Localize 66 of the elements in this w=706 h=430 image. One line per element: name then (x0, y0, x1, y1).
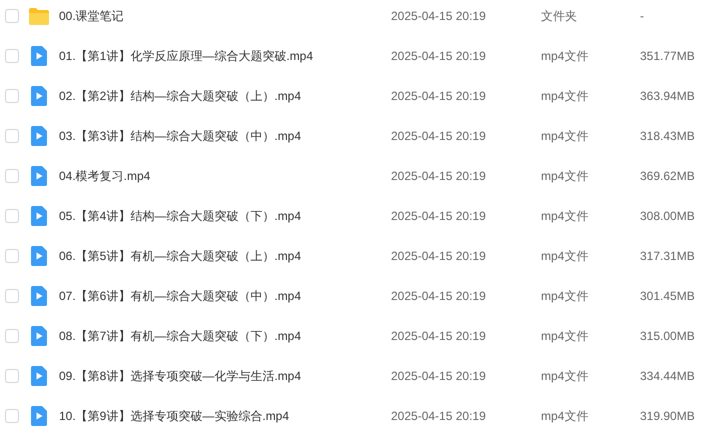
file-type: mp4文件 (541, 208, 590, 225)
checkbox[interactable] (5, 169, 19, 183)
file-size: 317.31MB (640, 248, 695, 265)
checkbox[interactable] (5, 89, 19, 103)
file-name[interactable]: 10.【第9讲】选择专项突破—实验综合.mp4 (59, 407, 391, 425)
file-size: 315.00MB (640, 328, 695, 345)
modified-date: 2025-04-15 20:19 (391, 8, 487, 25)
checkbox[interactable] (5, 209, 19, 223)
file-size: 363.94MB (640, 88, 695, 105)
file-type: 文件夹 (541, 8, 578, 25)
checkbox[interactable] (5, 49, 19, 63)
modified-date: 2025-04-15 20:19 (391, 368, 487, 385)
play-file-icon (31, 286, 47, 306)
file-name[interactable]: 03.【第3讲】结构—综合大题突破（中）.mp4 (59, 127, 391, 145)
file-size: 334.44MB (640, 368, 695, 385)
file-type: mp4文件 (541, 128, 590, 145)
modified-date: 2025-04-15 20:19 (391, 48, 487, 65)
file-name[interactable]: 06.【第5讲】有机—综合大题突破（上）.mp4 (59, 247, 391, 265)
file-type: mp4文件 (541, 368, 590, 385)
play-file-icon (31, 326, 47, 346)
modified-date: 2025-04-15 20:19 (391, 288, 487, 305)
modified-date: 2025-04-15 20:19 (391, 88, 487, 105)
play-file-icon (31, 246, 47, 266)
file-type: mp4文件 (541, 248, 590, 265)
modified-date: 2025-04-15 20:19 (391, 168, 487, 185)
file-name[interactable]: 05.【第4讲】结构—综合大题突破（下）.mp4 (59, 207, 391, 225)
file-name[interactable]: 00.课堂笔记 (59, 7, 391, 25)
play-file-icon (31, 206, 47, 226)
file-type: mp4文件 (541, 288, 590, 305)
play-file-icon (31, 86, 47, 106)
checkbox[interactable] (5, 9, 19, 23)
checkbox[interactable] (5, 369, 19, 383)
file-type: mp4文件 (541, 88, 590, 105)
file-name[interactable]: 08.【第7讲】有机—综合大题突破（下）.mp4 (59, 327, 391, 345)
play-file-icon (31, 46, 47, 66)
modified-date: 2025-04-15 20:19 (391, 248, 487, 265)
file-size: - (640, 8, 644, 25)
checkbox[interactable] (5, 329, 19, 343)
modified-date: 2025-04-15 20:19 (391, 128, 487, 145)
file-name[interactable]: 02.【第2讲】结构—综合大题突破（上）.mp4 (59, 87, 391, 105)
file-size: 308.00MB (640, 208, 695, 225)
file-size: 351.77MB (640, 48, 695, 65)
play-file-icon (31, 366, 47, 386)
checkbox[interactable] (5, 129, 19, 143)
checkbox[interactable] (5, 289, 19, 303)
file-size: 319.90MB (640, 408, 695, 425)
modified-date: 2025-04-15 20:19 (391, 328, 487, 345)
file-type: mp4文件 (541, 408, 590, 425)
file-name[interactable]: 04.模考复习.mp4 (59, 167, 391, 185)
file-size: 318.43MB (640, 128, 695, 145)
file-size: 301.45MB (640, 288, 695, 305)
folder-icon (29, 8, 49, 24)
checkbox[interactable] (5, 249, 19, 263)
file-size: 369.62MB (640, 168, 695, 185)
file-name[interactable]: 01.【第1讲】化学反应原理—综合大题突破.mp4 (59, 47, 391, 65)
modified-date: 2025-04-15 20:19 (391, 208, 487, 225)
file-name[interactable]: 07.【第6讲】有机—综合大题突破（中）.mp4 (59, 287, 391, 305)
play-file-icon (31, 126, 47, 146)
modified-date: 2025-04-15 20:19 (391, 408, 487, 425)
file-type: mp4文件 (541, 168, 590, 185)
file-name[interactable]: 09.【第8讲】选择专项突破—化学与生活.mp4 (59, 367, 391, 385)
play-file-icon (31, 166, 47, 186)
file-type: mp4文件 (541, 48, 590, 65)
file-type: mp4文件 (541, 328, 590, 345)
checkbox[interactable] (5, 409, 19, 423)
play-file-icon (31, 406, 47, 426)
